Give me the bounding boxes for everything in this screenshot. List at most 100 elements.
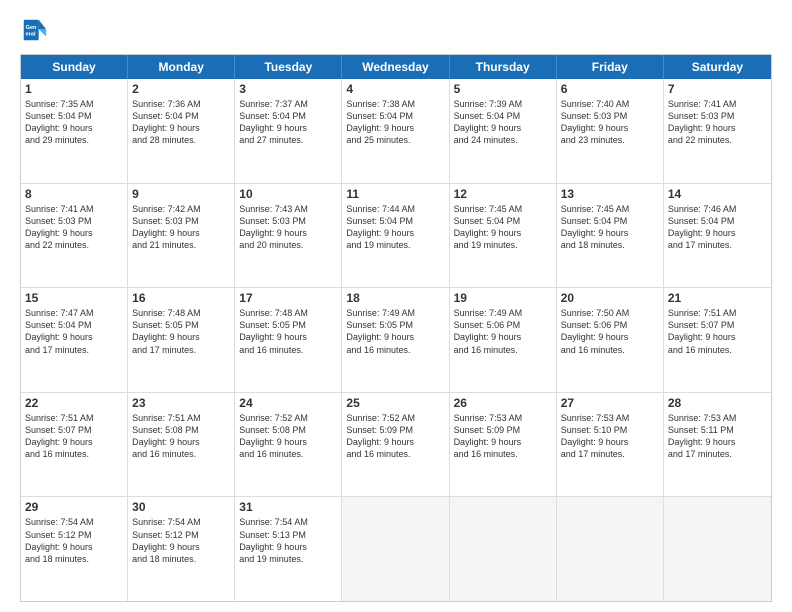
calendar-page: Gen eral Sunday Monday Tuesday Wednesday…: [0, 0, 792, 612]
cell-info-line: Daylight: 9 hours: [132, 331, 230, 343]
day-number: 31: [239, 500, 337, 514]
cell-info-line: Sunset: 5:05 PM: [346, 319, 444, 331]
cell-info-line: Sunrise: 7:37 AM: [239, 98, 337, 110]
cell-info-line: Sunset: 5:03 PM: [25, 215, 123, 227]
cell-info-line: Daylight: 9 hours: [239, 227, 337, 239]
cell-info-line: Daylight: 9 hours: [668, 436, 767, 448]
cell-info-line: Sunset: 5:09 PM: [346, 424, 444, 436]
header-wednesday: Wednesday: [342, 55, 449, 79]
cell-info-line: Sunset: 5:08 PM: [132, 424, 230, 436]
cell-info-line: and 16 minutes.: [346, 448, 444, 460]
calendar-cell-2-1: 8Sunrise: 7:41 AMSunset: 5:03 PMDaylight…: [21, 184, 128, 288]
day-number: 29: [25, 500, 123, 514]
cell-info-line: Daylight: 9 hours: [561, 436, 659, 448]
cell-info-line: Daylight: 9 hours: [561, 227, 659, 239]
cell-info-line: Daylight: 9 hours: [239, 331, 337, 343]
calendar-row-3: 15Sunrise: 7:47 AMSunset: 5:04 PMDayligh…: [21, 288, 771, 393]
calendar-cell-4-6: 27Sunrise: 7:53 AMSunset: 5:10 PMDayligh…: [557, 393, 664, 497]
calendar-cell-5-5: [450, 497, 557, 601]
cell-info-line: Sunrise: 7:54 AM: [239, 516, 337, 528]
cell-info-line: Sunset: 5:10 PM: [561, 424, 659, 436]
cell-info-line: Sunrise: 7:45 AM: [454, 203, 552, 215]
day-number: 5: [454, 82, 552, 96]
cell-info-line: Sunrise: 7:51 AM: [25, 412, 123, 424]
cell-info-line: Sunrise: 7:35 AM: [25, 98, 123, 110]
cell-info-line: Sunrise: 7:53 AM: [561, 412, 659, 424]
cell-info-line: Daylight: 9 hours: [25, 227, 123, 239]
cell-info-line: Sunset: 5:04 PM: [668, 215, 767, 227]
calendar-cell-2-7: 14Sunrise: 7:46 AMSunset: 5:04 PMDayligh…: [664, 184, 771, 288]
cell-info-line: Daylight: 9 hours: [454, 436, 552, 448]
header-saturday: Saturday: [664, 55, 771, 79]
day-number: 8: [25, 187, 123, 201]
cell-info-line: Sunrise: 7:40 AM: [561, 98, 659, 110]
cell-info-line: Sunset: 5:06 PM: [454, 319, 552, 331]
cell-info-line: Sunrise: 7:51 AM: [668, 307, 767, 319]
cell-info-line: Sunrise: 7:54 AM: [25, 516, 123, 528]
cell-info-line: Sunrise: 7:48 AM: [132, 307, 230, 319]
cell-info-line: Sunset: 5:05 PM: [132, 319, 230, 331]
day-number: 12: [454, 187, 552, 201]
cell-info-line: Sunrise: 7:54 AM: [132, 516, 230, 528]
calendar-cell-1-2: 2Sunrise: 7:36 AMSunset: 5:04 PMDaylight…: [128, 79, 235, 183]
cell-info-line: Sunset: 5:07 PM: [25, 424, 123, 436]
calendar-cell-1-1: 1Sunrise: 7:35 AMSunset: 5:04 PMDaylight…: [21, 79, 128, 183]
calendar-cell-4-2: 23Sunrise: 7:51 AMSunset: 5:08 PMDayligh…: [128, 393, 235, 497]
cell-info-line: Sunrise: 7:42 AM: [132, 203, 230, 215]
calendar-cell-3-6: 20Sunrise: 7:50 AMSunset: 5:06 PMDayligh…: [557, 288, 664, 392]
cell-info-line: Sunrise: 7:41 AM: [668, 98, 767, 110]
cell-info-line: Sunset: 5:04 PM: [25, 319, 123, 331]
calendar-cell-2-3: 10Sunrise: 7:43 AMSunset: 5:03 PMDayligh…: [235, 184, 342, 288]
day-number: 21: [668, 291, 767, 305]
svg-text:Gen: Gen: [26, 25, 37, 31]
day-number: 28: [668, 396, 767, 410]
cell-info-line: Daylight: 9 hours: [132, 122, 230, 134]
cell-info-line: Sunset: 5:12 PM: [25, 529, 123, 541]
calendar-cell-5-2: 30Sunrise: 7:54 AMSunset: 5:12 PMDayligh…: [128, 497, 235, 601]
cell-info-line: Daylight: 9 hours: [239, 541, 337, 553]
day-number: 9: [132, 187, 230, 201]
cell-info-line: Sunrise: 7:53 AM: [454, 412, 552, 424]
day-number: 2: [132, 82, 230, 96]
cell-info-line: and 16 minutes.: [454, 344, 552, 356]
calendar-cell-3-3: 17Sunrise: 7:48 AMSunset: 5:05 PMDayligh…: [235, 288, 342, 392]
calendar-header: Sunday Monday Tuesday Wednesday Thursday…: [21, 55, 771, 79]
day-number: 15: [25, 291, 123, 305]
header-thursday: Thursday: [450, 55, 557, 79]
cell-info-line: and 16 minutes.: [239, 448, 337, 460]
calendar-cell-4-1: 22Sunrise: 7:51 AMSunset: 5:07 PMDayligh…: [21, 393, 128, 497]
cell-info-line: Daylight: 9 hours: [346, 436, 444, 448]
cell-info-line: Sunrise: 7:44 AM: [346, 203, 444, 215]
cell-info-line: Sunset: 5:11 PM: [668, 424, 767, 436]
cell-info-line: and 23 minutes.: [561, 134, 659, 146]
calendar-row-5: 29Sunrise: 7:54 AMSunset: 5:12 PMDayligh…: [21, 497, 771, 601]
cell-info-line: Sunrise: 7:45 AM: [561, 203, 659, 215]
day-number: 11: [346, 187, 444, 201]
cell-info-line: Daylight: 9 hours: [561, 122, 659, 134]
calendar-cell-5-6: [557, 497, 664, 601]
cell-info-line: Daylight: 9 hours: [454, 227, 552, 239]
header-monday: Monday: [128, 55, 235, 79]
cell-info-line: and 18 minutes.: [561, 239, 659, 251]
logo-icon: Gen eral: [20, 16, 48, 44]
cell-info-line: and 16 minutes.: [239, 344, 337, 356]
cell-info-line: and 19 minutes.: [239, 553, 337, 565]
cell-info-line: Sunrise: 7:43 AM: [239, 203, 337, 215]
day-number: 7: [668, 82, 767, 96]
cell-info-line: Sunset: 5:04 PM: [239, 110, 337, 122]
calendar-row-4: 22Sunrise: 7:51 AMSunset: 5:07 PMDayligh…: [21, 393, 771, 498]
cell-info-line: Sunset: 5:13 PM: [239, 529, 337, 541]
day-number: 6: [561, 82, 659, 96]
calendar-cell-2-2: 9Sunrise: 7:42 AMSunset: 5:03 PMDaylight…: [128, 184, 235, 288]
cell-info-line: Sunrise: 7:39 AM: [454, 98, 552, 110]
cell-info-line: Sunset: 5:06 PM: [561, 319, 659, 331]
day-number: 16: [132, 291, 230, 305]
cell-info-line: Daylight: 9 hours: [239, 436, 337, 448]
calendar-cell-3-4: 18Sunrise: 7:49 AMSunset: 5:05 PMDayligh…: [342, 288, 449, 392]
calendar-cell-3-5: 19Sunrise: 7:49 AMSunset: 5:06 PMDayligh…: [450, 288, 557, 392]
cell-info-line: and 21 minutes.: [132, 239, 230, 251]
calendar-cell-1-5: 5Sunrise: 7:39 AMSunset: 5:04 PMDaylight…: [450, 79, 557, 183]
day-number: 13: [561, 187, 659, 201]
cell-info-line: Daylight: 9 hours: [132, 541, 230, 553]
cell-info-line: Daylight: 9 hours: [132, 227, 230, 239]
